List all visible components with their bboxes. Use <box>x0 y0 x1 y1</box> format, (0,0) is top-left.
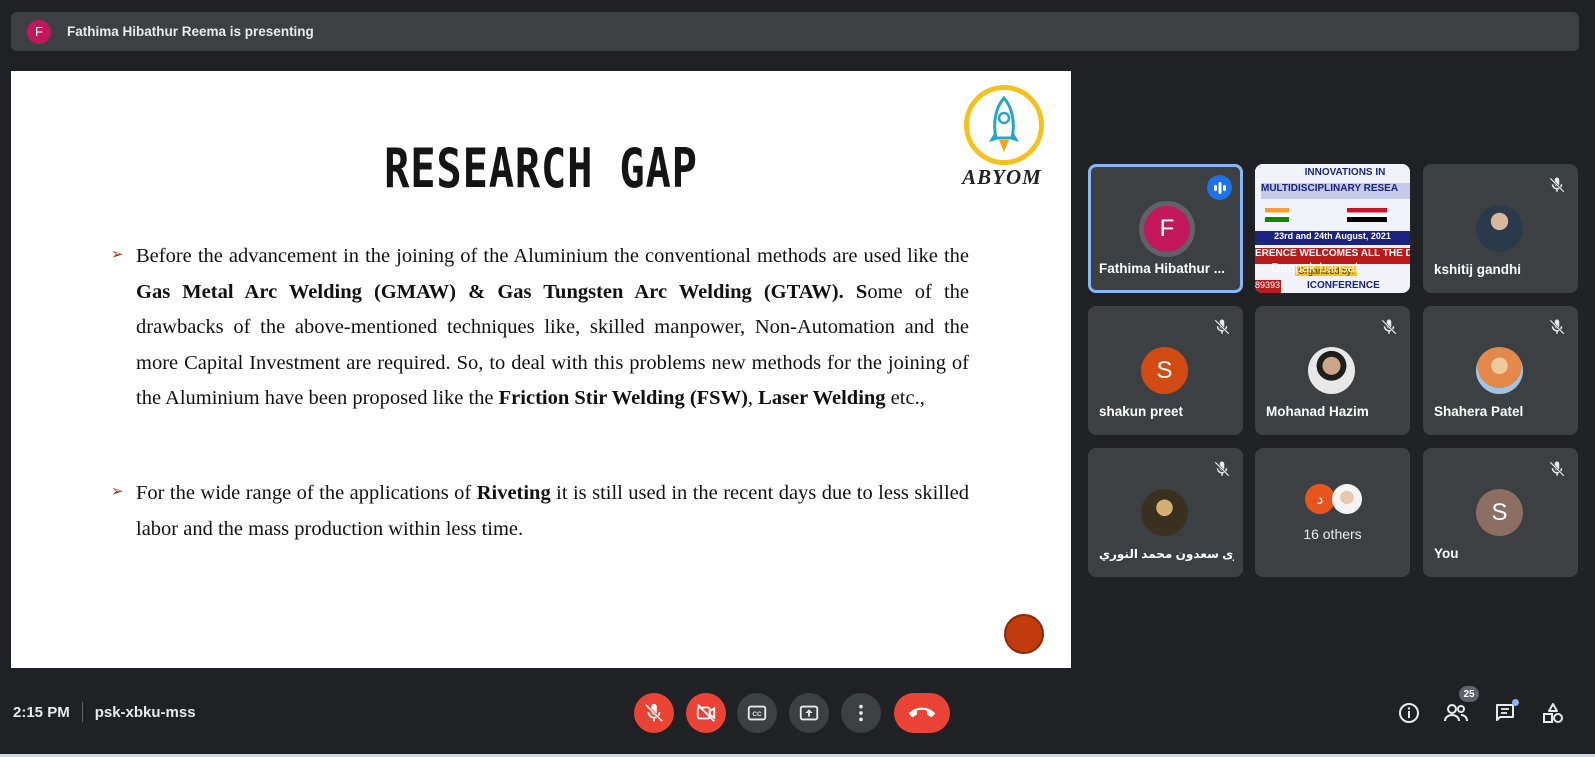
avatar <box>1476 205 1523 252</box>
avatar <box>1476 347 1523 394</box>
participant-name: Deepak bansal <box>1271 260 1358 275</box>
present-screen-icon <box>799 705 819 721</box>
participant-name: 16 others <box>1303 526 1362 542</box>
more-options-button[interactable] <box>841 693 881 733</box>
bullet-1-bold: Friction Stir Welding (FSW) <box>498 387 748 409</box>
mic-off-icon <box>1214 319 1230 335</box>
shared-slide: RESEARCH GAP ABYOM ➢ Before the advancem… <box>11 71 1071 668</box>
avatar: S <box>1476 489 1523 536</box>
bullet-2-bold: Riveting <box>476 482 551 504</box>
avatar: د <box>1305 484 1335 514</box>
bullet-1-part: Before the advancement in the joining of… <box>136 245 969 267</box>
captions-button[interactable]: CC <box>737 693 777 733</box>
people-icon <box>1444 704 1468 722</box>
mic-off-icon <box>1549 177 1565 193</box>
mic-off-icon <box>1549 319 1565 335</box>
thumb-line2: MULTIDISCIPLINARY RESEA <box>1261 183 1410 199</box>
participant-tile-you[interactable]: S You <box>1423 448 1578 577</box>
bullet-1-part: , <box>747 387 759 409</box>
camera-off-icon <box>696 704 716 722</box>
bullet-1-text: Before the advancement in the joining of… <box>136 239 969 417</box>
iraq-flag-icon <box>1347 208 1387 222</box>
slide-record-dot <box>1004 614 1044 654</box>
participant-tile-shakun[interactable]: S shakun preet <box>1088 306 1243 435</box>
avatar: F <box>1139 201 1195 257</box>
bullet-1-part: etc., <box>885 387 925 409</box>
info-icon <box>1399 703 1419 723</box>
meeting-code: psk-xbku-mss <box>94 703 196 721</box>
activities-button[interactable] <box>1540 700 1566 726</box>
mic-toggle-button[interactable] <box>634 693 674 733</box>
arrow-bullet-icon: ➢ <box>111 247 124 263</box>
avatar <box>1141 489 1188 536</box>
participant-tile-deepak-screen[interactable]: INNOVATIONS IN MULTIDISCIPLINARY RESEA 2… <box>1255 164 1410 293</box>
logo-ring <box>964 85 1044 165</box>
presenter-avatar: F <box>27 19 51 44</box>
clock-time: 2:15 PM <box>13 703 70 721</box>
avatar-initial: S <box>1156 356 1173 384</box>
camera-toggle-button[interactable] <box>686 693 726 733</box>
presenter-text: Fathima Hibathur Reema is presenting <box>67 24 314 39</box>
activities-icon <box>1543 703 1563 723</box>
mic-off-icon <box>1549 461 1565 477</box>
participant-tile-mohanad[interactable]: Mohanad Hazim <box>1255 306 1410 435</box>
thumb-org: ICONFERENCE <box>1307 280 1380 291</box>
participant-name: بشرى سعدون محمد النوري <box>1099 547 1234 561</box>
avatar <box>1332 484 1362 514</box>
avatar <box>1308 347 1355 394</box>
thumb-line1: INNOVATIONS IN <box>1304 167 1386 178</box>
rocket-icon <box>989 95 1019 152</box>
participant-name: kshitij gandhi <box>1434 262 1522 277</box>
mic-off-icon <box>1381 319 1397 335</box>
participant-name: Mohanad Hazim <box>1266 404 1369 419</box>
thumb-code: 89393 <box>1255 280 1281 293</box>
chat-unread-dot <box>1512 699 1519 706</box>
separator <box>81 702 83 722</box>
arrow-bullet-icon: ➢ <box>111 484 124 500</box>
bullet-2-part: For the wide range of the applications o… <box>136 482 477 504</box>
bullet-1-bold: Gas Metal Arc Welding (GMAW) & Gas Tungs… <box>136 280 868 303</box>
participant-tile-kshitij[interactable]: kshitij gandhi <box>1423 164 1578 293</box>
more-vert-icon <box>859 704 863 722</box>
hang-up-icon <box>909 707 935 718</box>
avatar-initial: S <box>1491 498 1508 526</box>
mic-off-icon <box>644 703 664 723</box>
speaking-indicator-icon <box>1207 175 1232 200</box>
bullet-2-text: For the wide range of the applications o… <box>136 476 969 547</box>
participant-name: Fathima Hibathur ... <box>1099 261 1226 276</box>
abyom-logo: ABYOM <box>947 81 1057 191</box>
logo-text: ABYOM <box>962 165 1042 189</box>
bullet-1-bold: Laser Welding <box>758 387 886 409</box>
meeting-details-button[interactable] <box>1396 700 1422 726</box>
participant-tile-fathima[interactable]: F Fathima Hibathur ... <box>1088 164 1243 293</box>
avatar: S <box>1141 347 1188 394</box>
slide-title: RESEARCH GAP <box>384 137 698 200</box>
participant-tile-others[interactable]: د 16 others <box>1255 448 1410 577</box>
avatar-initial: F <box>1159 215 1175 242</box>
svg-text:CC: CC <box>752 711 762 718</box>
participant-tile-bushra[interactable]: بشرى سعدون محمد النوري <box>1088 448 1243 577</box>
leave-call-button[interactable] <box>894 693 950 733</box>
participant-name: shakun preet <box>1099 404 1184 419</box>
india-flag-icon <box>1265 208 1289 222</box>
mic-off-icon <box>1214 461 1230 477</box>
people-count-badge: 25 <box>1459 686 1479 702</box>
presenter-banner: F Fathima Hibathur Reema is presenting <box>11 12 1579 51</box>
captions-icon: CC <box>747 705 767 721</box>
meeting-info: 2:15 PM psk-xbku-mss <box>13 702 196 722</box>
people-button[interactable] <box>1443 700 1469 726</box>
present-screen-button[interactable] <box>789 693 829 733</box>
avatar-initial: د <box>1316 491 1324 508</box>
participant-name: Shahera Patel <box>1434 404 1524 419</box>
thumb-date: 23rd and 24th August, 2021 <box>1255 231 1410 245</box>
participant-name: You <box>1434 546 1459 561</box>
participant-tile-shahera[interactable]: Shahera Patel <box>1423 306 1578 435</box>
